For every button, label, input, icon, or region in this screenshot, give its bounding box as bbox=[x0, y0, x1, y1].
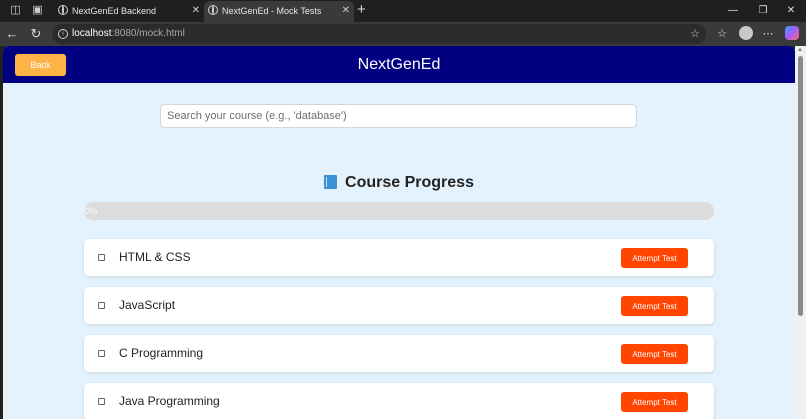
course-checkbox[interactable] bbox=[98, 398, 105, 405]
course-name: C Programming bbox=[119, 346, 204, 360]
attempt-test-button[interactable]: Attempt Test bbox=[621, 248, 688, 268]
course-progress-bar: 0% bbox=[84, 202, 714, 220]
list-item: HTML & CSS Attempt Test bbox=[84, 239, 714, 276]
favorites-icon[interactable]: ☆ bbox=[714, 26, 730, 42]
reload-icon[interactable]: ↻ bbox=[28, 26, 44, 42]
url-path: :8080/mock.html bbox=[111, 28, 185, 39]
globe-icon bbox=[58, 5, 68, 15]
globe-icon bbox=[208, 5, 218, 15]
copilot-icon[interactable] bbox=[785, 26, 799, 40]
attempt-test-button[interactable]: Attempt Test bbox=[621, 296, 688, 316]
course-checkbox[interactable] bbox=[98, 254, 105, 261]
close-tab-icon[interactable]: ✕ bbox=[192, 1, 200, 21]
back-arrow-icon[interactable]: ← bbox=[4, 26, 20, 42]
course-progress-title: Course Progress bbox=[345, 174, 474, 191]
back-button[interactable]: Back bbox=[15, 54, 66, 76]
progress-percent-label: 0% bbox=[84, 206, 98, 216]
book-icon bbox=[324, 175, 338, 189]
course-name: JavaScript bbox=[119, 298, 176, 312]
tab-backend[interactable]: NextGenEd Backend ✕ bbox=[54, 1, 204, 22]
page-viewport: NextGenEd Back Course Progress 0% HTML &… bbox=[3, 46, 795, 419]
course-list: HTML & CSS Attempt Test JavaScript Attem… bbox=[84, 239, 714, 419]
course-checkbox[interactable] bbox=[98, 302, 105, 309]
browser-tab-bar: ◫ ▣ NextGenEd Backend ✕ NextGenEd - Mock… bbox=[0, 0, 806, 22]
close-window-icon[interactable]: ✕ bbox=[776, 0, 806, 22]
course-checkbox[interactable] bbox=[98, 350, 105, 357]
scrollbar-thumb[interactable] bbox=[798, 56, 803, 316]
site-title: NextGenEd bbox=[357, 56, 441, 73]
course-progress-heading: Course Progress bbox=[3, 174, 795, 192]
workspaces-icon[interactable]: ◫ bbox=[9, 4, 22, 17]
favorite-star-icon[interactable]: ☆ bbox=[690, 24, 700, 44]
address-bar[interactable]: i localhost:8080/mock.html ☆ bbox=[52, 24, 706, 44]
tab-actions-icon[interactable]: ▣ bbox=[31, 4, 44, 17]
url-host: localhost bbox=[72, 28, 112, 39]
scroll-up-icon[interactable]: ▲ bbox=[797, 47, 803, 53]
site-header: NextGenEd Back bbox=[3, 46, 795, 83]
tab-title: NextGenEd - Mock Tests bbox=[222, 6, 322, 16]
site-info-icon[interactable]: i bbox=[58, 29, 68, 39]
course-name: Java Programming bbox=[119, 394, 220, 408]
course-name: HTML & CSS bbox=[119, 250, 191, 264]
course-search-input[interactable] bbox=[160, 104, 637, 128]
new-tab-icon[interactable]: + bbox=[357, 0, 366, 20]
close-tab-icon[interactable]: ✕ bbox=[342, 1, 350, 21]
list-item: C Programming Attempt Test bbox=[84, 335, 714, 372]
list-item: Java Programming Attempt Test bbox=[84, 383, 714, 419]
attempt-test-button[interactable]: Attempt Test bbox=[621, 392, 688, 412]
tab-title: NextGenEd Backend bbox=[72, 6, 157, 16]
browser-address-row: ← ↻ i localhost:8080/mock.html ☆ ☆ ⋯ bbox=[0, 22, 806, 46]
profile-avatar[interactable] bbox=[739, 26, 753, 40]
attempt-test-button[interactable]: Attempt Test bbox=[621, 344, 688, 364]
minimize-icon[interactable]: — bbox=[718, 0, 748, 22]
more-menu-icon[interactable]: ⋯ bbox=[760, 26, 776, 42]
restore-icon[interactable]: ❐ bbox=[748, 0, 778, 22]
list-item: JavaScript Attempt Test bbox=[84, 287, 714, 324]
page-scrollbar[interactable]: ▲ bbox=[795, 46, 806, 419]
tab-mock-tests[interactable]: NextGenEd - Mock Tests ✕ bbox=[204, 1, 354, 22]
